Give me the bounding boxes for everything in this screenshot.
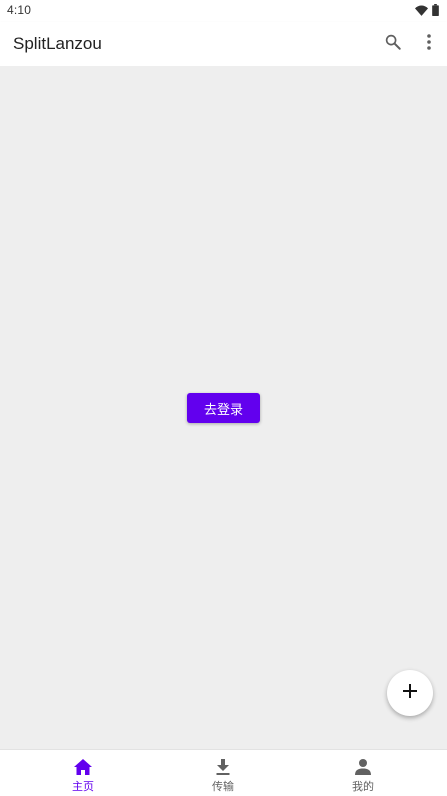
nav-label-mine: 我的 (352, 780, 374, 793)
home-icon (74, 758, 92, 776)
login-button[interactable]: 去登录 (187, 393, 260, 423)
wifi-icon (415, 4, 428, 16)
nav-label-transfer: 传输 (212, 780, 234, 793)
search-button[interactable] (381, 32, 405, 56)
search-icon (384, 33, 402, 56)
app-title: SplitLanzou (13, 34, 102, 53)
more-options-button[interactable] (417, 32, 441, 56)
person-icon (355, 758, 371, 776)
nav-item-home[interactable]: 主页 (23, 750, 143, 796)
more-vert-icon (426, 33, 432, 56)
download-icon (216, 758, 230, 776)
nav-item-transfer[interactable]: 传输 (163, 750, 283, 796)
nav-item-mine[interactable]: 我的 (303, 750, 423, 796)
app-bar: SplitLanzou (0, 22, 447, 66)
add-fab-button[interactable] (387, 670, 433, 716)
bottom-navigation: 主页 传输 我的 (0, 749, 447, 796)
battery-icon (432, 4, 439, 16)
nav-label-home: 主页 (72, 780, 94, 793)
status-icons (415, 3, 439, 17)
add-icon (402, 683, 418, 704)
status-bar: 4:10 (0, 0, 447, 22)
status-time: 4:10 (7, 3, 32, 17)
main-content: 去登录 (0, 66, 447, 749)
